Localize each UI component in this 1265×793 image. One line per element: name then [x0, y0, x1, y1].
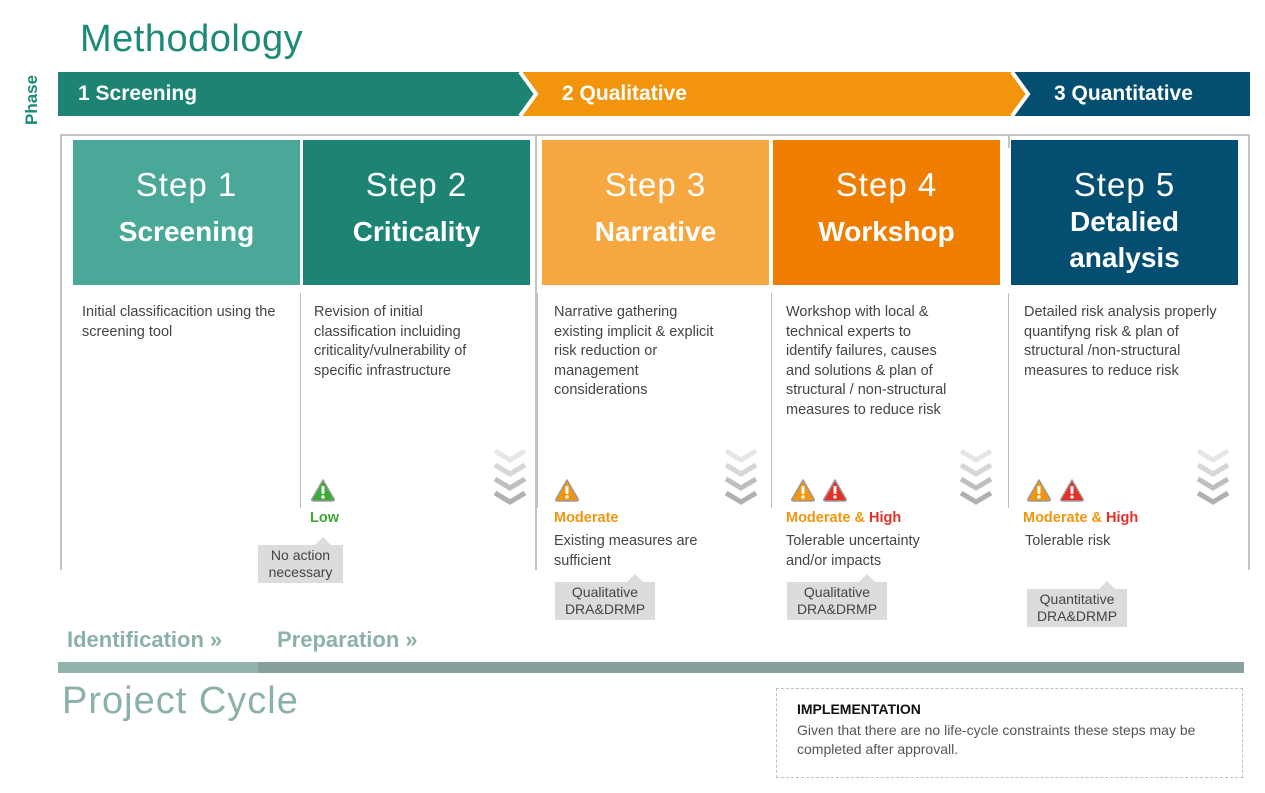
cycle-stage-label: Identification [67, 627, 204, 652]
outcome-tag-no-action: No action necessary [258, 537, 343, 583]
chevron-down-stack-icon [493, 448, 527, 505]
warning-high-icon [1060, 479, 1084, 502]
phase-separator-1 [518, 72, 539, 116]
implementation-text: Given that there are no life-cycle const… [797, 722, 1196, 757]
risk-level-low: Low [310, 510, 339, 526]
step-5-description: Detailed risk analysis properly quantify… [1024, 304, 1217, 379]
phase-axis-label: Phase [22, 74, 41, 125]
project-cycle-title: Project Cycle [62, 680, 299, 722]
column-divider [300, 293, 301, 508]
risk-level-moderate-high: Moderate & High [1023, 510, 1138, 526]
step-5-risk-note: Tolerable risk [1025, 533, 1111, 549]
phase-separator-2 [1010, 72, 1031, 116]
step-3-description: Narrative gathering existing implicit & … [554, 304, 714, 399]
step-2-box: Step 2 Criticality [303, 140, 530, 285]
risk-moderate-text: Moderate & [1023, 510, 1106, 526]
cycle-stage-preparation: Preparation» [277, 627, 418, 653]
phase-1-banner: 1 Screening [58, 72, 536, 116]
risk-moderate-text: Moderate & [786, 510, 869, 526]
warning-moderate-icon [791, 479, 815, 502]
phase-3-label: Quantitative [1071, 82, 1193, 105]
step-3-box: Step 3 Narrative [542, 140, 769, 285]
cycle-progress-bar-remaining [258, 662, 1244, 673]
outcome-tag-qualitative: Qualitative DRA&DRMP [555, 574, 655, 620]
risk-high-text: High [869, 510, 902, 526]
implementation-title: IMPLEMENTATION [797, 701, 921, 717]
step-5-number: Step 5 [1073, 166, 1176, 203]
outcome-tag-quantitative: Quantitative DRA&DRMP [1027, 581, 1127, 627]
risk-high-text: High [1106, 510, 1139, 526]
phase-1-label: Screening [95, 82, 198, 105]
step-2-description: Revision of initial classification inclu… [314, 304, 467, 379]
warning-moderate-icon [555, 479, 579, 502]
phase-1-number: 1 [78, 82, 90, 105]
risk-level-moderate: Moderate [554, 510, 619, 526]
step-3-risk-note: Existing measures are sufficient [554, 533, 698, 569]
chevron-down-stack-icon [1196, 448, 1230, 505]
step-1-number: Step 1 [135, 166, 238, 203]
phase-2-number: 2 [562, 82, 574, 105]
column-divider [1008, 293, 1009, 508]
cycle-progress-bar-identification [58, 662, 258, 673]
double-chevron-right-icon: » [209, 627, 223, 652]
step-4-name: Workshop [818, 216, 955, 247]
step-5-name: Detalied analysis [1069, 206, 1180, 273]
warning-moderate-icon [1027, 479, 1051, 502]
cycle-stage-identification: Identification» [67, 627, 223, 653]
warning-high-icon [823, 479, 847, 502]
phase-2-banner: 2 Qualitative [522, 72, 1028, 116]
risk-level-moderate-high: Moderate & High [786, 510, 901, 526]
step-4-description: Workshop with local & technical experts … [786, 304, 947, 418]
chevron-down-stack-icon [724, 448, 758, 505]
step-4-box: Step 4 Workshop [773, 140, 1000, 285]
frame-divider [1008, 134, 1010, 148]
phase-3-banner: 3 Quantitative [1014, 72, 1250, 116]
step-3-name: Narrative [594, 216, 717, 247]
step-2-name: Criticality [352, 216, 481, 247]
step-2-number: Step 2 [365, 166, 468, 203]
step-5-box: Step 5 Detalied analysis [1011, 140, 1238, 285]
step-1-name: Screening [118, 216, 255, 247]
chevron-down-stack-icon [959, 448, 993, 505]
step-4-risk-note: Tolerable uncertainty and/or impacts [786, 533, 920, 569]
column-divider [537, 293, 538, 508]
step-1-description: Initial classificacition using the scree… [82, 304, 276, 340]
page-title: Methodology [80, 18, 304, 60]
cycle-stage-label: Preparation [277, 627, 400, 652]
double-chevron-right-icon: » [405, 627, 418, 652]
step-3-number: Step 3 [604, 166, 707, 203]
phase-2-label: Qualitative [579, 82, 687, 105]
column-divider [771, 293, 772, 508]
step-1-box: Step 1 Screening [73, 140, 300, 285]
outcome-tag-qualitative: Qualitative DRA&DRMP [787, 574, 887, 620]
phase-3-number: 3 [1054, 82, 1066, 105]
step-4-number: Step 4 [835, 166, 938, 203]
warning-low-icon [311, 479, 335, 502]
